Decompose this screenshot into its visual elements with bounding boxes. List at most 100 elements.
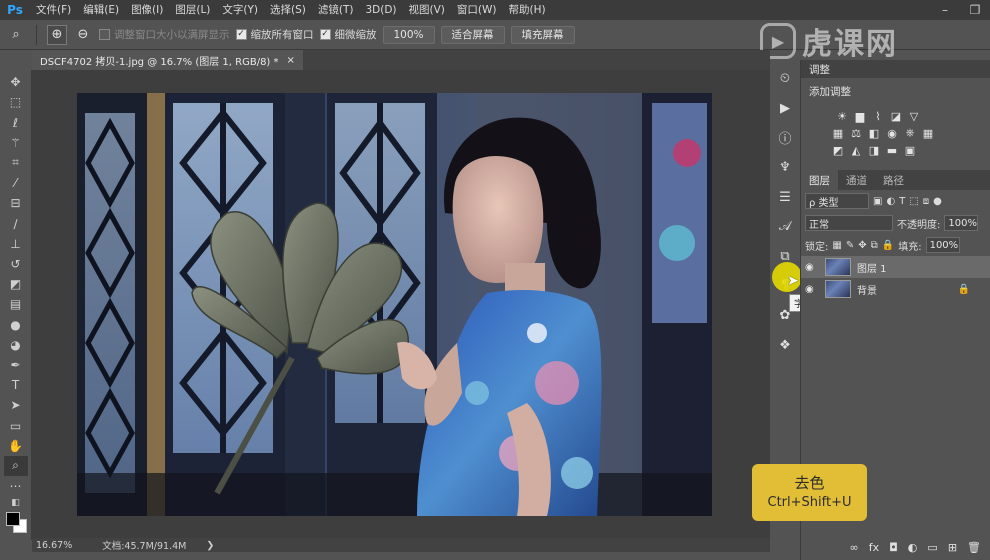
hue-saturation-icon[interactable]: ▦ — [831, 127, 845, 140]
hand-tool-icon[interactable]: ✋ — [4, 436, 28, 456]
path-selection-tool-icon[interactable]: ➤ — [4, 395, 28, 415]
dodge-tool-icon[interactable]: ◕ — [4, 335, 28, 355]
minimize-icon[interactable]: – — [930, 0, 960, 20]
magic-wand-tool-icon[interactable]: ⚚ — [4, 133, 28, 153]
menu-view[interactable]: 视图(V) — [403, 0, 451, 20]
photo-filter-icon[interactable]: ◉ — [885, 127, 899, 140]
black-white-icon[interactable]: ◧ — [867, 127, 881, 140]
zoom-tool-icon[interactable]: ⌕ — [3, 455, 28, 477]
healing-brush-tool-icon[interactable]: ⊟ — [4, 193, 28, 213]
more-tools-icon[interactable]: ⋯ — [4, 476, 28, 496]
eraser-tool-icon[interactable]: ◩ — [4, 274, 28, 294]
lock-artboard-icon[interactable]: ⧉ — [871, 240, 878, 251]
close-tab-icon[interactable]: × — [287, 55, 295, 66]
canvas-area[interactable] — [32, 70, 770, 538]
adjustments-tab[interactable]: 调整 — [809, 62, 830, 77]
zoom-out-icon[interactable]: ⊖ — [73, 25, 93, 45]
layer-row[interactable]: ◉ 图层 1 — [801, 256, 990, 278]
opacity-input[interactable]: 100% — [944, 215, 979, 231]
invert-icon[interactable]: ◩ — [831, 144, 845, 157]
visibility-eye-icon[interactable]: ◉ — [805, 262, 819, 273]
filter-pixel-icon[interactable]: ▣ — [873, 196, 882, 207]
layer-row[interactable]: ◉ 背景 🔒 — [801, 278, 990, 300]
selective-color-icon[interactable]: ▣ — [903, 144, 917, 157]
filter-adjustment-icon[interactable]: ◐ — [886, 196, 895, 207]
add-mask-icon[interactable]: ◘ — [889, 541, 898, 554]
zoom-in-icon[interactable]: ⊕ — [47, 24, 67, 45]
adjustments-panel-header[interactable]: 调整 — [801, 60, 990, 78]
fit-screen-button[interactable]: 适合屏幕 — [440, 25, 505, 44]
pen-tool-icon[interactable]: ✒ — [4, 355, 28, 375]
menu-file[interactable]: 文件(F) — [30, 0, 77, 20]
new-layer-icon[interactable]: ⊞ — [948, 541, 957, 554]
lock-position-icon[interactable]: ✥ — [858, 240, 866, 251]
properties-sliders-icon[interactable]: ☰ — [773, 185, 797, 209]
color-lookup-icon[interactable]: ▦ — [921, 127, 935, 140]
tab-paths[interactable]: 路径 — [875, 170, 912, 190]
levels-icon[interactable]: ▆ — [853, 110, 867, 123]
menu-3d[interactable]: 3D(D) — [359, 0, 402, 20]
gradient-map-icon[interactable]: ▬ — [885, 144, 899, 157]
clone-stamp-tool-icon[interactable]: ⊥ — [4, 234, 28, 254]
exposure-icon[interactable]: ◪ — [889, 110, 903, 123]
info-icon[interactable]: ⓘ — [773, 126, 797, 150]
rectangle-tool-icon[interactable]: ▭ — [4, 415, 28, 435]
menu-edit[interactable]: 编辑(E) — [77, 0, 125, 20]
new-group-icon[interactable]: ▭ — [927, 541, 937, 554]
delete-layer-icon[interactable]: 🗑 — [967, 541, 981, 554]
type-tool-icon[interactable]: T — [4, 375, 28, 395]
history-icon[interactable]: ⏲ — [773, 67, 797, 91]
menu-type[interactable]: 文字(Y) — [216, 0, 264, 20]
tab-channels[interactable]: 通道 — [838, 170, 875, 190]
layer-name[interactable]: 图层 1 — [857, 260, 887, 275]
resize-windows-checkbox[interactable]: 调整窗口大小以满屏显示 — [99, 27, 230, 42]
brushes-icon[interactable]: ♆ — [773, 156, 797, 180]
marquee-tool-icon[interactable]: ⬚ — [4, 92, 28, 112]
channel-mixer-icon[interactable]: ⎈ — [903, 126, 917, 139]
blend-mode-select[interactable]: 正常 — [805, 215, 893, 231]
gradient-tool-icon[interactable]: ▤ — [4, 294, 28, 314]
fill-input[interactable]: 100% — [925, 237, 960, 253]
zoom-level[interactable]: 16.67% — [36, 540, 72, 551]
crop-tool-icon[interactable]: ⌗ — [4, 153, 28, 173]
filter-type-icon[interactable]: T — [899, 196, 905, 207]
brush-tool-icon[interactable]: ∕ — [4, 213, 28, 233]
lock-all-icon[interactable]: 🔒 — [882, 240, 894, 251]
menu-filter[interactable]: 滤镜(T) — [312, 0, 360, 20]
layer-name[interactable]: 背景 — [857, 282, 952, 297]
menu-layer[interactable]: 图层(L) — [169, 0, 216, 20]
foreground-color-swatch[interactable] — [5, 512, 20, 527]
status-menu-arrow-icon[interactable]: ❯ — [206, 540, 214, 551]
filter-smart-object-icon[interactable]: ⧈ — [923, 196, 929, 207]
posterize-icon[interactable]: ◭ — [849, 144, 863, 157]
threshold-icon[interactable]: ◨ — [867, 144, 881, 157]
3d-icon[interactable]: ❖ — [773, 333, 797, 357]
filter-toggle-icon[interactable]: ● — [933, 196, 942, 207]
zoom-100-button[interactable]: 100% — [382, 25, 435, 44]
lock-transparent-icon[interactable]: ▦ — [832, 240, 841, 251]
scrubby-zoom-checkbox[interactable]: ✓ 细微缩放 — [319, 27, 377, 42]
history-brush-tool-icon[interactable]: ↺ — [4, 254, 28, 274]
brightness-contrast-icon[interactable]: ☀ — [835, 110, 849, 123]
filter-shape-icon[interactable]: ⬚ — [909, 196, 918, 207]
layer-kind-filter[interactable]: ρ 类型 — [805, 193, 869, 209]
move-tool-icon[interactable]: ✥ — [4, 72, 28, 92]
zoom-tool-preset-icon[interactable]: ⌕ — [6, 25, 26, 45]
curves-icon[interactable]: ⌇ — [871, 110, 885, 123]
layer-style-fx-icon[interactable]: fx — [869, 541, 879, 554]
link-layers-icon[interactable]: ∞ — [850, 541, 859, 554]
new-adjustment-layer-icon[interactable]: ◐ — [908, 541, 918, 554]
vibrance-icon[interactable]: ▽ — [907, 110, 921, 123]
document-image[interactable] — [77, 93, 712, 516]
lasso-tool-icon[interactable]: ℓ — [4, 112, 28, 132]
default-colors-icon[interactable]: ◧ — [4, 496, 28, 510]
character-panel-icon[interactable]: 𝒜 — [773, 215, 797, 239]
menu-image[interactable]: 图像(I) — [125, 0, 169, 20]
document-tab[interactable]: DSCF4702 拷贝-1.jpg @ 16.7% (图层 1, RGB/8) … — [32, 50, 303, 70]
menu-help[interactable]: 帮助(H) — [503, 0, 552, 20]
actions-play-icon[interactable]: ▶ — [773, 97, 797, 121]
tab-layers[interactable]: 图层 — [801, 170, 838, 190]
fill-screen-button[interactable]: 填充屏幕 — [510, 25, 575, 44]
blur-tool-icon[interactable]: ● — [4, 314, 28, 334]
zoom-all-windows-checkbox[interactable]: ✓ 缩放所有窗口 — [235, 27, 314, 42]
